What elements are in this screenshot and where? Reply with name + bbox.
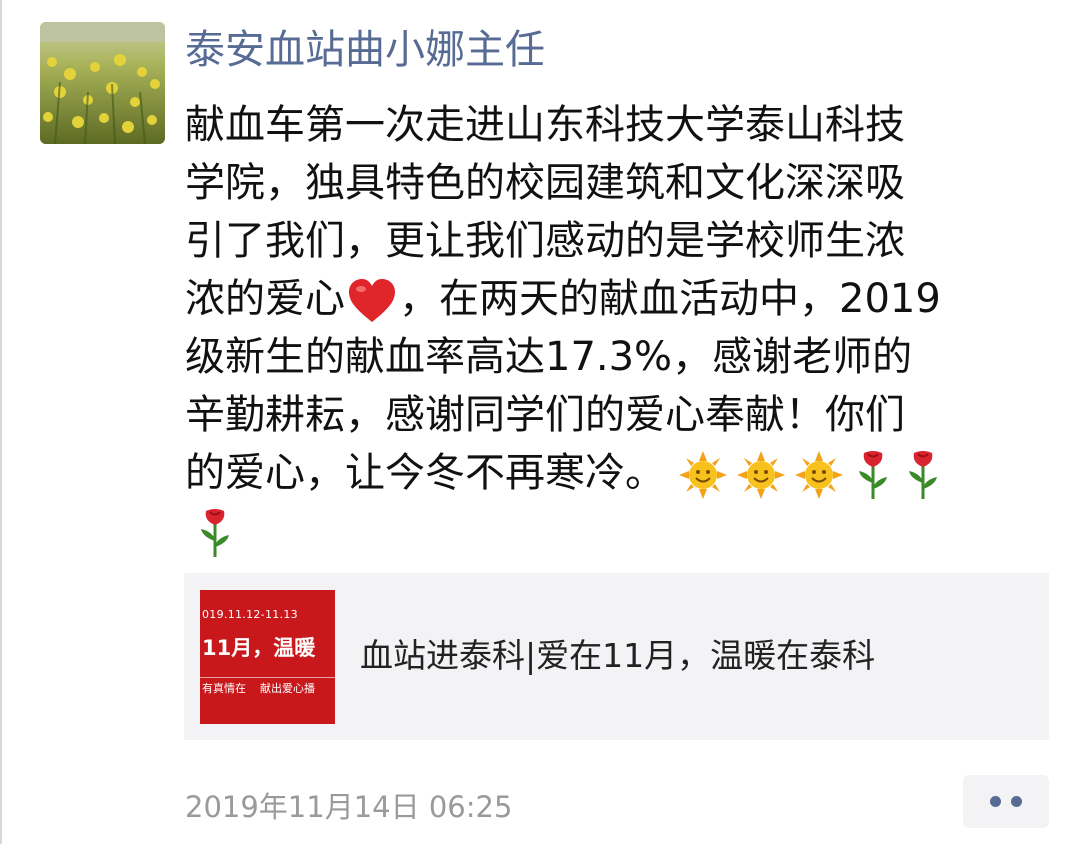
link-title[interactable]: 血站进泰科|爱在11月，温暖在泰科 [360, 633, 875, 679]
post-content: 献血车第一次走进山东科技大学泰山科技 学院，独具特色的校园建筑和文化深深吸 引了… [185, 96, 1055, 560]
smiling-sun-icon [679, 451, 727, 499]
thumbnail-divider [200, 677, 335, 678]
content-line-with-emojis: 的爱心，让今冬不再寒冷。 [185, 444, 1055, 502]
content-text: 的爱心，让今冬不再寒冷。 [185, 450, 665, 496]
content-line: 级新生的献血率高达17.3%，感谢老师的 [185, 334, 913, 380]
content-text: ，在两天的献血活动中，2019 [399, 276, 941, 322]
moments-post: 泰安血站曲小娜主任 献血车第一次走进山东科技大学泰山科技 学院，独具特色的校园建… [0, 0, 1080, 844]
content-text: 浓的爱心 [185, 276, 345, 322]
content-line: 引了我们，更让我们感动的是学校师生浓 [185, 218, 905, 264]
rose-icon [853, 449, 893, 501]
shared-link-card[interactable]: 019.11.12-11.13 11月，温暖 有真情在 献出爱心播 血站进泰科|… [184, 573, 1049, 740]
avatar[interactable] [40, 22, 165, 144]
more-actions-button[interactable] [963, 775, 1049, 828]
dot-icon [990, 796, 1001, 807]
left-border [0, 0, 2, 844]
dot-icon [1011, 796, 1022, 807]
content-line-with-heart: 浓的爱心 ，在两天的献血活动中，2019 [185, 270, 1055, 328]
author-name[interactable]: 泰安血站曲小娜主任 [185, 22, 545, 78]
thumbnail-subtitle-right: 献出爱心播 [260, 682, 315, 695]
rose-icon [195, 507, 235, 559]
content-line: 学院，独具特色的校园建筑和文化深深吸 [185, 160, 905, 206]
smiling-sun-icon [737, 451, 785, 499]
rose-icon [903, 449, 943, 501]
content-line: 献血车第一次走进山东科技大学泰山科技 [185, 102, 905, 148]
red-heart-icon [347, 278, 397, 324]
smiling-sun-icon [795, 451, 843, 499]
content-line-emoji [185, 502, 1055, 560]
thumbnail-date: 019.11.12-11.13 [202, 608, 298, 621]
post-timestamp: 2019年11月14日 06:25 [185, 790, 513, 824]
thumbnail-subtitle: 有真情在 献出爱心播 [202, 680, 315, 696]
content-line: 辛勤耕耘，感谢同学们的爱心奉献！你们 [185, 392, 905, 438]
thumbnail-subtitle-left: 有真情在 [202, 682, 246, 695]
link-thumbnail: 019.11.12-11.13 11月，温暖 有真情在 献出爱心播 [200, 590, 335, 724]
thumbnail-headline: 11月，温暖 [202, 636, 316, 660]
